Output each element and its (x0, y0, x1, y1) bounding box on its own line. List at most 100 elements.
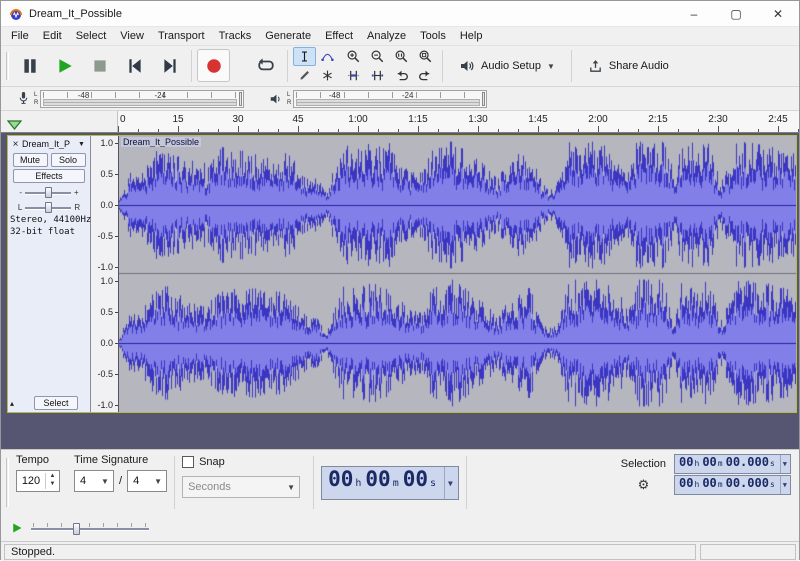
solo-button[interactable]: Solo (51, 153, 86, 167)
timeline-tick (638, 129, 639, 132)
menu-tracks[interactable]: Tracks (212, 28, 259, 44)
pause-button[interactable] (13, 49, 46, 82)
play-at-speed-button[interactable] (11, 522, 23, 534)
share-audio-button[interactable]: Share Audio (578, 50, 679, 82)
timeline-tick (738, 129, 739, 132)
timeline-tick (598, 126, 599, 132)
edit-toolbar (341, 48, 437, 84)
playspeed-slider[interactable] (31, 522, 149, 535)
track-menu-caret-icon[interactable]: ▼ (78, 141, 89, 148)
timeline-tick (198, 129, 199, 132)
snap-mode-select[interactable]: Seconds ▼ (182, 476, 300, 498)
record-meter[interactable]: LR -48 -24 (34, 89, 252, 109)
trim-outside-selection-button[interactable] (341, 66, 365, 85)
multi-tool-button[interactable] (316, 66, 339, 85)
close-button[interactable]: ✕ (757, 1, 799, 26)
selection-settings-button[interactable]: ⚙ (621, 477, 666, 493)
timeline-tick (458, 129, 459, 132)
timesig-upper-select[interactable]: 4 ▼ (74, 470, 114, 492)
tempo-label: Tempo (16, 454, 60, 466)
waveform-canvas[interactable] (119, 136, 796, 412)
skip-to-start-button[interactable] (118, 49, 151, 82)
tempo-spinner[interactable]: 120 ▲▼ (16, 470, 60, 492)
menu-bar: FileEditSelectViewTransportTracksGenerat… (1, 27, 799, 45)
menu-effect[interactable]: Effect (318, 28, 360, 44)
audio-position-display[interactable]: 00h 00m 00s ▼ (321, 466, 459, 500)
vertical-scale-ruler[interactable]: 1.00.50.0-0.5-1.01.00.50.0-0.5-1.0 (91, 136, 119, 412)
select-button[interactable]: Select (34, 396, 78, 410)
track-close-button[interactable]: × (9, 139, 22, 150)
timeline-tick (758, 129, 759, 132)
menu-edit[interactable]: Edit (36, 28, 69, 44)
speaker-icon[interactable] (265, 89, 287, 109)
gain-slider[interactable] (25, 187, 71, 198)
timeline-label: 0 (120, 114, 126, 125)
menu-tools[interactable]: Tools (413, 28, 453, 44)
menu-transport[interactable]: Transport (151, 28, 212, 44)
track-name[interactable]: Dream_It_P (22, 139, 78, 149)
spinner-arrows-icon[interactable]: ▲▼ (45, 473, 59, 489)
timeline-tick (178, 126, 179, 132)
chevron-down-icon[interactable]: ▼ (780, 476, 789, 494)
audacity-window: Dream_It_Possible – ▢ ✕ FileEditSelectVi… (0, 0, 800, 560)
zoom-out-button[interactable] (365, 47, 389, 66)
maximize-button[interactable]: ▢ (715, 1, 757, 26)
track-area: × Dream_It_P ▼ Mute Solo Effects - + (1, 133, 799, 449)
draw-tool-button[interactable] (293, 66, 316, 85)
menu-view[interactable]: View (113, 28, 151, 44)
collapse-track-button[interactable]: ▴ (10, 399, 24, 408)
playback-meter[interactable]: LR -48 -24 (287, 89, 495, 109)
timeline-pin-icon[interactable] (7, 120, 22, 130)
timeline-tick (678, 129, 679, 132)
redo-button[interactable] (413, 66, 437, 85)
pan-left-label: L (18, 203, 22, 212)
timeline-tick (338, 129, 339, 132)
timeline-label: 1:45 (528, 114, 547, 125)
timeline-tick (718, 126, 719, 132)
timeline-tick (278, 129, 279, 132)
selection-start-field[interactable]: 00h 00m 00.000s ▼ (674, 454, 791, 474)
mute-button[interactable]: Mute (13, 153, 48, 167)
selection-tool-button[interactable] (293, 47, 316, 66)
undo-button[interactable] (389, 66, 413, 85)
envelope-tool-button[interactable] (316, 47, 339, 66)
timeline-label: 30 (232, 114, 243, 125)
timesig-lower-select[interactable]: 4 ▼ (127, 470, 167, 492)
menu-file[interactable]: File (4, 28, 36, 44)
minimize-button[interactable]: – (673, 1, 715, 26)
timeline-ruler[interactable]: 01530451:001:151:301:452:002:152:302:45 (118, 111, 799, 132)
timesig-divider: / (119, 475, 122, 487)
play-button[interactable] (48, 49, 81, 82)
toolbar-grip[interactable] (6, 52, 9, 80)
pan-slider[interactable] (25, 202, 71, 213)
zoom-toggle-button[interactable] (413, 47, 437, 66)
snap-checkbox[interactable] (182, 456, 194, 468)
zoom-in-button[interactable] (341, 47, 365, 66)
loop-button[interactable] (249, 49, 282, 82)
effects-button[interactable]: Effects (13, 169, 85, 183)
chevron-down-icon[interactable]: ▼ (780, 455, 789, 473)
menu-analyze[interactable]: Analyze (360, 28, 413, 44)
gain-max-label: + (74, 188, 79, 197)
chevron-down-icon: ▼ (150, 477, 166, 486)
timeline-tick (158, 129, 159, 132)
zoom-selection-button[interactable] (389, 47, 413, 66)
selection-end-field[interactable]: 00h 00m 00.000s ▼ (674, 475, 791, 495)
timeline-label: 1:30 (468, 114, 487, 125)
time-toolbar-grip[interactable] (6, 458, 9, 507)
stop-button[interactable] (83, 49, 116, 82)
chevron-down-icon[interactable]: ▼ (444, 467, 456, 499)
scale-label: -0.5 (97, 369, 113, 379)
menu-help[interactable]: Help (453, 28, 490, 44)
track-bitdepth-info: 32-bit float (10, 227, 90, 237)
skip-to-end-button[interactable] (153, 49, 186, 82)
menu-select[interactable]: Select (69, 28, 114, 44)
menu-generate[interactable]: Generate (258, 28, 318, 44)
timeline-tick (138, 129, 139, 132)
audio-setup-button[interactable]: Audio Setup ▼ (449, 50, 565, 82)
timeline-tick (438, 129, 439, 132)
silence-selection-button[interactable] (365, 66, 389, 85)
record-button[interactable] (197, 49, 230, 82)
microphone-icon[interactable] (12, 89, 34, 109)
selection-label: Selection (621, 458, 666, 470)
